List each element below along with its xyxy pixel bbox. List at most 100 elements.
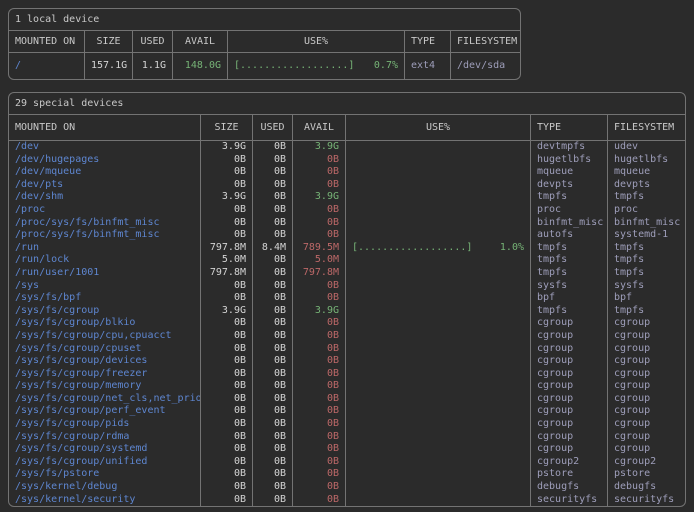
table-header-row: MOUNTED ONSIZEUSEDAVAILUSE%TYPEFILESYSTE… (9, 115, 685, 141)
cell-use-percent: [..................]0.7% (228, 53, 405, 79)
cell-used: 0B (253, 317, 293, 330)
cell-avail: 148.0G (173, 53, 228, 79)
cell-used: 1.1G (133, 53, 173, 79)
cell-use-percent (346, 217, 531, 230)
cell-size: 0B (201, 154, 253, 167)
cell-mounted-on: /sys/fs/cgroup/memory (9, 380, 201, 393)
usage-bar: [..................] (352, 242, 472, 255)
cell-avail: 0B (293, 468, 346, 481)
cell-avail: 0B (293, 494, 346, 507)
cell-use-percent (346, 456, 531, 469)
cell-mounted-on: /run/user/1001 (9, 267, 201, 280)
cell-avail: 0B (293, 154, 346, 167)
cell-used: 0B (253, 393, 293, 406)
terminal-duf-output: { "colors": { "bg": "#2b2b2b", "border":… (0, 0, 694, 512)
cell-filesystem: udev (608, 141, 686, 154)
cell-avail: 0B (293, 229, 346, 242)
cell-size: 0B (201, 468, 253, 481)
cell-size: 0B (201, 343, 253, 356)
cell-used: 0B (253, 191, 293, 204)
cell-size: 0B (201, 330, 253, 343)
cell-used: 0B (253, 494, 293, 507)
cell-size: 0B (201, 443, 253, 456)
column-header-filesystem: FILESYSTEM (451, 31, 521, 52)
table-title: 1 local device (9, 9, 520, 31)
cell-filesystem: tmpfs (608, 191, 686, 204)
cell-type: cgroup2 (531, 456, 608, 469)
cell-mounted-on: / (9, 53, 85, 79)
table-row: /sys/fs/cgroup/systemd0B0B0Bcgroupcgroup (9, 443, 685, 456)
cell-filesystem: pstore (608, 468, 686, 481)
cell-type: cgroup (531, 443, 608, 456)
cell-use-percent (346, 481, 531, 494)
cell-use-percent (346, 418, 531, 431)
cell-size: 157.1G (85, 53, 133, 79)
cell-size: 0B (201, 317, 253, 330)
column-header-type: TYPE (405, 31, 451, 52)
cell-mounted-on: /dev/shm (9, 191, 201, 204)
cell-type: cgroup (531, 431, 608, 444)
cell-used: 0B (253, 217, 293, 230)
table-row: /sys/fs/cgroup/rdma0B0B0Bcgroupcgroup (9, 431, 685, 444)
cell-mounted-on: /proc/sys/fs/binfmt_misc (9, 217, 201, 230)
cell-size: 0B (201, 179, 253, 192)
cell-avail: 5.0M (293, 254, 346, 267)
cell-used: 0B (253, 418, 293, 431)
column-header-use-percent: USE% (228, 31, 405, 52)
table-row: /sys/fs/cgroup/pids0B0B0Bcgroupcgroup (9, 418, 685, 431)
column-header-mounted-on: MOUNTED ON (9, 31, 85, 52)
cell-mounted-on: /sys (9, 280, 201, 293)
cell-avail: 0B (293, 368, 346, 381)
cell-used: 0B (253, 368, 293, 381)
cell-use-percent (346, 179, 531, 192)
cell-mounted-on: /sys/fs/pstore (9, 468, 201, 481)
cell-used: 0B (253, 292, 293, 305)
cell-mounted-on: /sys/fs/cgroup/cpu,cpuacct (9, 330, 201, 343)
table-row: /sys/fs/cgroup/unified0B0B0Bcgroup2cgrou… (9, 456, 685, 469)
column-header-size: SIZE (85, 31, 133, 52)
table-row: /dev/shm3.9G0B3.9Gtmpfstmpfs (9, 191, 685, 204)
cell-avail: 0B (293, 431, 346, 444)
cell-type: cgroup (531, 330, 608, 343)
cell-mounted-on: /sys/fs/cgroup/net_cls,net_prio (9, 393, 201, 406)
cell-type: pstore (531, 468, 608, 481)
cell-size: 3.9G (201, 191, 253, 204)
cell-mounted-on: /dev/mqueue (9, 166, 201, 179)
cell-filesystem: securityfs (608, 494, 686, 507)
cell-use-percent (346, 292, 531, 305)
cell-type: tmpfs (531, 267, 608, 280)
cell-use-percent (346, 166, 531, 179)
cell-used: 0B (253, 431, 293, 444)
cell-avail: 0B (293, 179, 346, 192)
cell-size: 0B (201, 405, 253, 418)
cell-use-percent (346, 254, 531, 267)
cell-type: ext4 (405, 53, 451, 79)
cell-filesystem: cgroup (608, 393, 686, 406)
table-row: /run797.8M8.4M789.5M[..................]… (9, 242, 685, 255)
cell-used: 0B (253, 204, 293, 217)
cell-filesystem: cgroup2 (608, 456, 686, 469)
cell-size: 0B (201, 368, 253, 381)
cell-filesystem: cgroup (608, 380, 686, 393)
cell-mounted-on: /sys/fs/cgroup/devices (9, 355, 201, 368)
cell-filesystem: devpts (608, 179, 686, 192)
cell-use-percent (346, 305, 531, 318)
cell-use-percent (346, 355, 531, 368)
cell-filesystem: tmpfs (608, 254, 686, 267)
cell-size: 3.9G (201, 141, 253, 154)
table-row: /sys/fs/pstore0B0B0Bpstorepstore (9, 468, 685, 481)
cell-use-percent (346, 494, 531, 507)
cell-used: 0B (253, 267, 293, 280)
table-row: /sys/fs/cgroup/perf_event0B0B0Bcgroupcgr… (9, 405, 685, 418)
cell-type: sysfs (531, 280, 608, 293)
cell-size: 0B (201, 418, 253, 431)
cell-filesystem: sysfs (608, 280, 686, 293)
cell-used: 0B (253, 343, 293, 356)
cell-mounted-on: /dev (9, 141, 201, 154)
cell-type: mqueue (531, 166, 608, 179)
cell-type: autofs (531, 229, 608, 242)
column-header-type: TYPE (531, 115, 608, 140)
table-row: /proc0B0B0Bprocproc (9, 204, 685, 217)
table-row: /sys/fs/cgroup/cpuset0B0B0Bcgroupcgroup (9, 343, 685, 356)
cell-size: 3.9G (201, 305, 253, 318)
